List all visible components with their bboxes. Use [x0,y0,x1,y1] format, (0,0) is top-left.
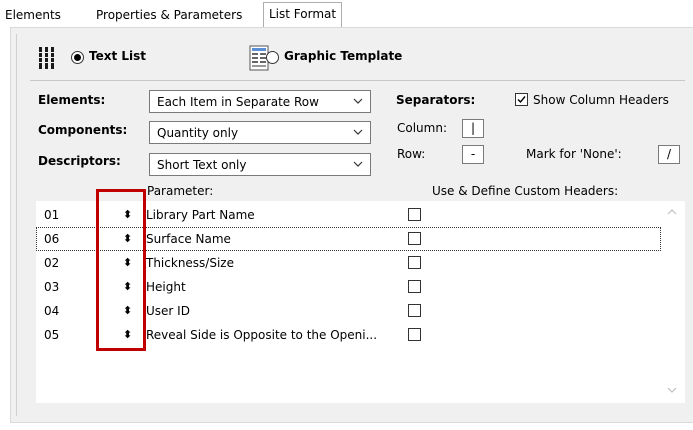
checkmark-icon [517,96,526,104]
components-dropdown-value: Quantity only [157,126,239,140]
custom-header-checkbox[interactable] [408,208,421,221]
row-parameter-name: Height [146,280,186,294]
elements-label: Elements: [38,93,106,107]
chevron-down-icon [353,161,363,167]
descriptors-dropdown-value: Short Text only [157,158,247,172]
row-id: 02 [44,256,60,270]
elements-dropdown-value: Each Item in Separate Row [157,95,319,109]
show-column-headers-label: Show Column Headers [533,93,669,107]
components-dropdown[interactable]: Quantity only [149,121,371,144]
tab-bar: Elements Properties & Parameters List Fo… [0,0,693,29]
text-list-radio[interactable] [71,51,84,64]
row-separator-field[interactable]: - [462,145,484,164]
row-id: 04 [44,304,60,318]
text-list-label: Text List [89,49,147,63]
separators-label: Separators: [396,93,476,107]
text-list-icon [38,45,60,71]
tab-list-format[interactable]: List Format [263,2,343,28]
mark-none-field[interactable]: / [658,145,680,164]
graphic-template-label: Graphic Template [284,49,403,63]
column-separator-label: Column: [397,121,447,135]
highlight-box [96,189,146,351]
row-parameter-name: Library Part Name [146,208,255,222]
show-column-headers-checkbox[interactable] [515,93,528,106]
custom-header-checkbox[interactable] [408,304,421,317]
row-id: 01 [44,208,60,222]
graphic-template-radio[interactable] [266,51,279,64]
row-id: 05 [44,328,60,342]
chevron-down-icon [353,98,363,104]
components-label: Components: [38,123,128,137]
custom-header-checkbox[interactable] [408,232,421,245]
custom-header-checkbox[interactable] [408,280,421,293]
descriptors-dropdown[interactable]: Short Text only [149,153,371,176]
tab-properties-parameters[interactable]: Properties & Parameters [91,4,247,26]
scroll-up-icon[interactable] [665,205,679,219]
column-separator-field[interactable]: | [462,119,484,138]
custom-header-checkbox[interactable] [408,256,421,269]
mark-none-label: Mark for 'None': [526,147,622,161]
tab-elements[interactable]: Elements [0,4,66,26]
chevron-down-icon [353,129,363,135]
row-id: 03 [44,280,60,294]
row-parameter-name: Thickness/Size [146,256,234,270]
custom-headers-column-header: Use & Define Custom Headers: [432,184,619,198]
row-id: 06 [44,232,60,246]
parameter-column-header: Parameter: [147,184,214,198]
row-parameter-name: Reveal Side is Opposite to the Openi... [146,328,378,342]
row-parameter-name: User ID [146,304,190,318]
elements-dropdown[interactable]: Each Item in Separate Row [149,90,371,113]
row-separator-label: Row: [397,147,426,161]
scroll-down-icon[interactable] [665,383,679,397]
descriptors-label: Descriptors: [38,154,121,168]
custom-header-checkbox[interactable] [408,328,421,341]
row-parameter-name: Surface Name [146,232,231,246]
divider [30,80,685,81]
